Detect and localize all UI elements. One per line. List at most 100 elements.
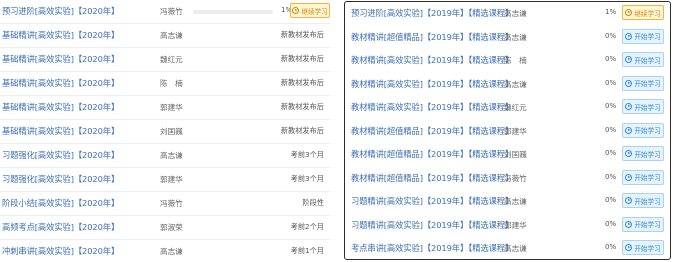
availability-status: 阶段性	[302, 198, 324, 207]
list-item: 预习进阶[高效实验]【2019年】【精选课程】 高志谦 1% 继续学习	[345, 2, 669, 26]
start-study-button[interactable]: 开始学习	[622, 240, 664, 255]
progress-percent: 0%	[605, 31, 617, 40]
play-icon	[625, 220, 633, 228]
start-study-button[interactable]: 开始学习	[622, 216, 664, 232]
teacher-name: 高志谦	[504, 244, 527, 253]
teacher-name: 魏红元	[160, 55, 183, 64]
teacher-name: 高志谦	[504, 9, 527, 18]
course-title-link[interactable]: 教材精讲[超值精品]【2019年】【精选课程】	[351, 172, 513, 184]
availability-status: 考前3个月	[290, 150, 324, 159]
teacher-name: 高志谦	[504, 32, 527, 42]
start-study-label: 开始学习	[634, 174, 661, 182]
course-title-link[interactable]: 基础精讲[高效实验]【2020年】	[2, 77, 119, 89]
start-study-label: 开始学习	[634, 80, 661, 88]
list-item: 预习进阶[高效实验]【2020年】 冯薇竹 1% 继续学习	[0, 0, 330, 24]
teacher-name: 郭建华	[160, 175, 183, 184]
play-icon	[625, 79, 633, 87]
continue-study-button[interactable]: 继续学习	[622, 5, 664, 20]
play-icon	[292, 7, 300, 14]
availability-status: 新教材发布后	[280, 102, 324, 111]
list-item: 冲刺串讲[高效实验]【2020年】 高志谦 考前1个月	[0, 240, 330, 262]
course-title-link[interactable]: 考点串讲[高效实验]【2019年】【精选课程】	[351, 242, 513, 254]
play-icon	[625, 9, 633, 16]
play-icon	[625, 197, 633, 204]
start-study-button[interactable]: 开始学习	[622, 122, 664, 138]
start-study-button[interactable]: 开始学习	[622, 193, 664, 208]
start-study-button[interactable]: 开始学习	[622, 52, 664, 67]
course-title-link[interactable]: 教材精讲[超值精品]【2019年】【精选课程】	[351, 148, 513, 160]
list-item: 习题强化[高效实验]【2020年】 高志谦 考前3个月	[0, 144, 330, 168]
course-title-link[interactable]: 教材精讲[超值精品]【2019年】【精选课程】	[351, 31, 513, 43]
progress-percent: 0%	[605, 219, 617, 228]
continue-study-label: 继续学习	[634, 9, 661, 18]
start-study-button[interactable]: 开始学习	[622, 169, 664, 185]
course-title-link[interactable]: 习题精讲[高效实验]【2019年】【精选课程】	[351, 195, 513, 207]
teacher-name: 郭建华	[160, 103, 183, 112]
teacher-name: 魏红元	[504, 103, 527, 112]
teacher-name: 陈 楠	[160, 79, 183, 88]
progress-percent: 0%	[605, 78, 617, 87]
course-title-link[interactable]: 冲刺串讲[高效实验]【2020年】	[2, 245, 119, 257]
course-title-link[interactable]: 预习进阶[高效实验]【2020年】	[2, 5, 119, 17]
start-study-label: 开始学习	[634, 221, 661, 229]
teacher-name: 冯薇竹	[160, 7, 183, 16]
course-list-2019: 预习进阶[高效实验]【2019年】【精选课程】 高志谦 1% 继续学习 教材精讲…	[344, 1, 671, 260]
start-study-label: 开始学习	[634, 33, 661, 41]
start-study-button[interactable]: 开始学习	[622, 75, 664, 91]
start-study-label: 开始学习	[634, 56, 661, 65]
list-item: 考点串讲[高效实验]【2019年】【精选课程】 高志谦 0% 开始学习	[345, 237, 669, 261]
teacher-name: 冯薇竹	[160, 199, 183, 208]
list-item: 教材精讲[高效实验]【2019年】【精选课程】 高志谦 0% 开始学习	[345, 73, 669, 97]
course-title-link[interactable]: 教材精讲[高效实验]【2019年】【精选课程】	[351, 54, 513, 66]
course-title-link[interactable]: 高频考点[高效实验]【2020年】	[2, 221, 119, 233]
teacher-name: 刘国巍	[160, 127, 183, 136]
list-item: 教材精讲[超值精品]【2019年】【精选课程】 刘国巍 0% 开始学习	[345, 143, 669, 167]
start-study-label: 开始学习	[634, 197, 661, 206]
availability-status: 新教材发布后	[280, 54, 324, 63]
start-study-button[interactable]: 开始学习	[622, 99, 664, 114]
list-item: 基础精讲[高效实验]【2020年】 刘国巍 新教材发布后	[0, 120, 330, 144]
course-title-link[interactable]: 基础精讲[高效实验]【2020年】	[2, 125, 119, 137]
continue-study-button[interactable]: 继续学习	[290, 3, 330, 18]
progress-bar	[193, 10, 273, 14]
list-item: 习题精讲[高效实验]【2019年】【精选课程】 高志谦 0% 开始学习	[345, 190, 669, 214]
list-item: 基础精讲[高效实验]【2020年】 郭建华 新教材发布后	[0, 96, 330, 120]
list-item: 阶段小结[高效实验]【2020年】 冯薇竹 阶段性	[0, 192, 330, 216]
start-study-label: 开始学习	[634, 244, 661, 253]
course-title-link[interactable]: 习题强化[高效实验]【2020年】	[2, 149, 119, 161]
play-icon	[625, 126, 633, 134]
course-list-2020: 预习进阶[高效实验]【2020年】 冯薇竹 1% 继续学习 基础精讲[高效实验]…	[0, 0, 330, 262]
course-title-link[interactable]: 阶段小结[高效实验]【2020年】	[2, 197, 119, 209]
list-item: 习题强化[高效实验]【2020年】 郭建华 考前3个月	[0, 168, 330, 192]
availability-status: 考前2个月	[290, 222, 324, 231]
course-title-link[interactable]: 习题强化[高效实验]【2020年】	[2, 173, 119, 185]
continue-study-label: 继续学习	[301, 7, 328, 16]
teacher-name: 郭淑荣	[160, 223, 183, 232]
course-title-link[interactable]: 基础精讲[高效实验]【2020年】	[2, 101, 119, 113]
course-title-link[interactable]: 教材精讲[高效实验]【2019年】【精选课程】	[351, 78, 513, 90]
progress-percent: 1%	[605, 8, 617, 16]
play-icon	[625, 244, 633, 251]
teacher-name: 郭建华	[504, 126, 527, 136]
teacher-name: 高志谦	[504, 79, 527, 89]
teacher-name: 冯薇竹	[504, 173, 527, 183]
list-item: 教材精讲[超值精品]【2019年】【精选课程】 郭建华 0% 开始学习	[345, 120, 669, 144]
course-title-link[interactable]: 基础精讲[高效实验]【2020年】	[2, 53, 119, 65]
teacher-name: 高志谦	[160, 151, 183, 160]
list-item: 教材精讲[超值精品]【2019年】【精选课程】 冯薇竹 0% 开始学习	[345, 167, 669, 191]
course-title-link[interactable]: 习题精讲[高效实验]【2019年】【精选课程】	[351, 219, 513, 231]
play-icon	[625, 56, 633, 63]
teacher-name: 高志谦	[160, 247, 183, 256]
start-study-button[interactable]: 开始学习	[622, 146, 664, 161]
start-study-label: 开始学习	[634, 150, 661, 159]
course-title-link[interactable]: 基础精讲[高效实验]【2020年】	[2, 29, 119, 41]
list-item: 基础精讲[高效实验]【2020年】 魏红元 新教材发布后	[0, 48, 330, 72]
course-title-link[interactable]: 教材精讲[高效实验]【2019年】【精选课程】	[351, 101, 513, 113]
teacher-name: 陈 楠	[504, 56, 527, 65]
course-title-link[interactable]: 教材精讲[超值精品]【2019年】【精选课程】	[351, 125, 513, 137]
start-study-button[interactable]: 开始学习	[622, 28, 664, 44]
availability-status: 新教材发布后	[280, 30, 324, 39]
play-icon	[625, 150, 633, 157]
teacher-name: 高志谦	[160, 31, 183, 40]
course-title-link[interactable]: 预习进阶[高效实验]【2019年】【精选课程】	[351, 7, 513, 19]
